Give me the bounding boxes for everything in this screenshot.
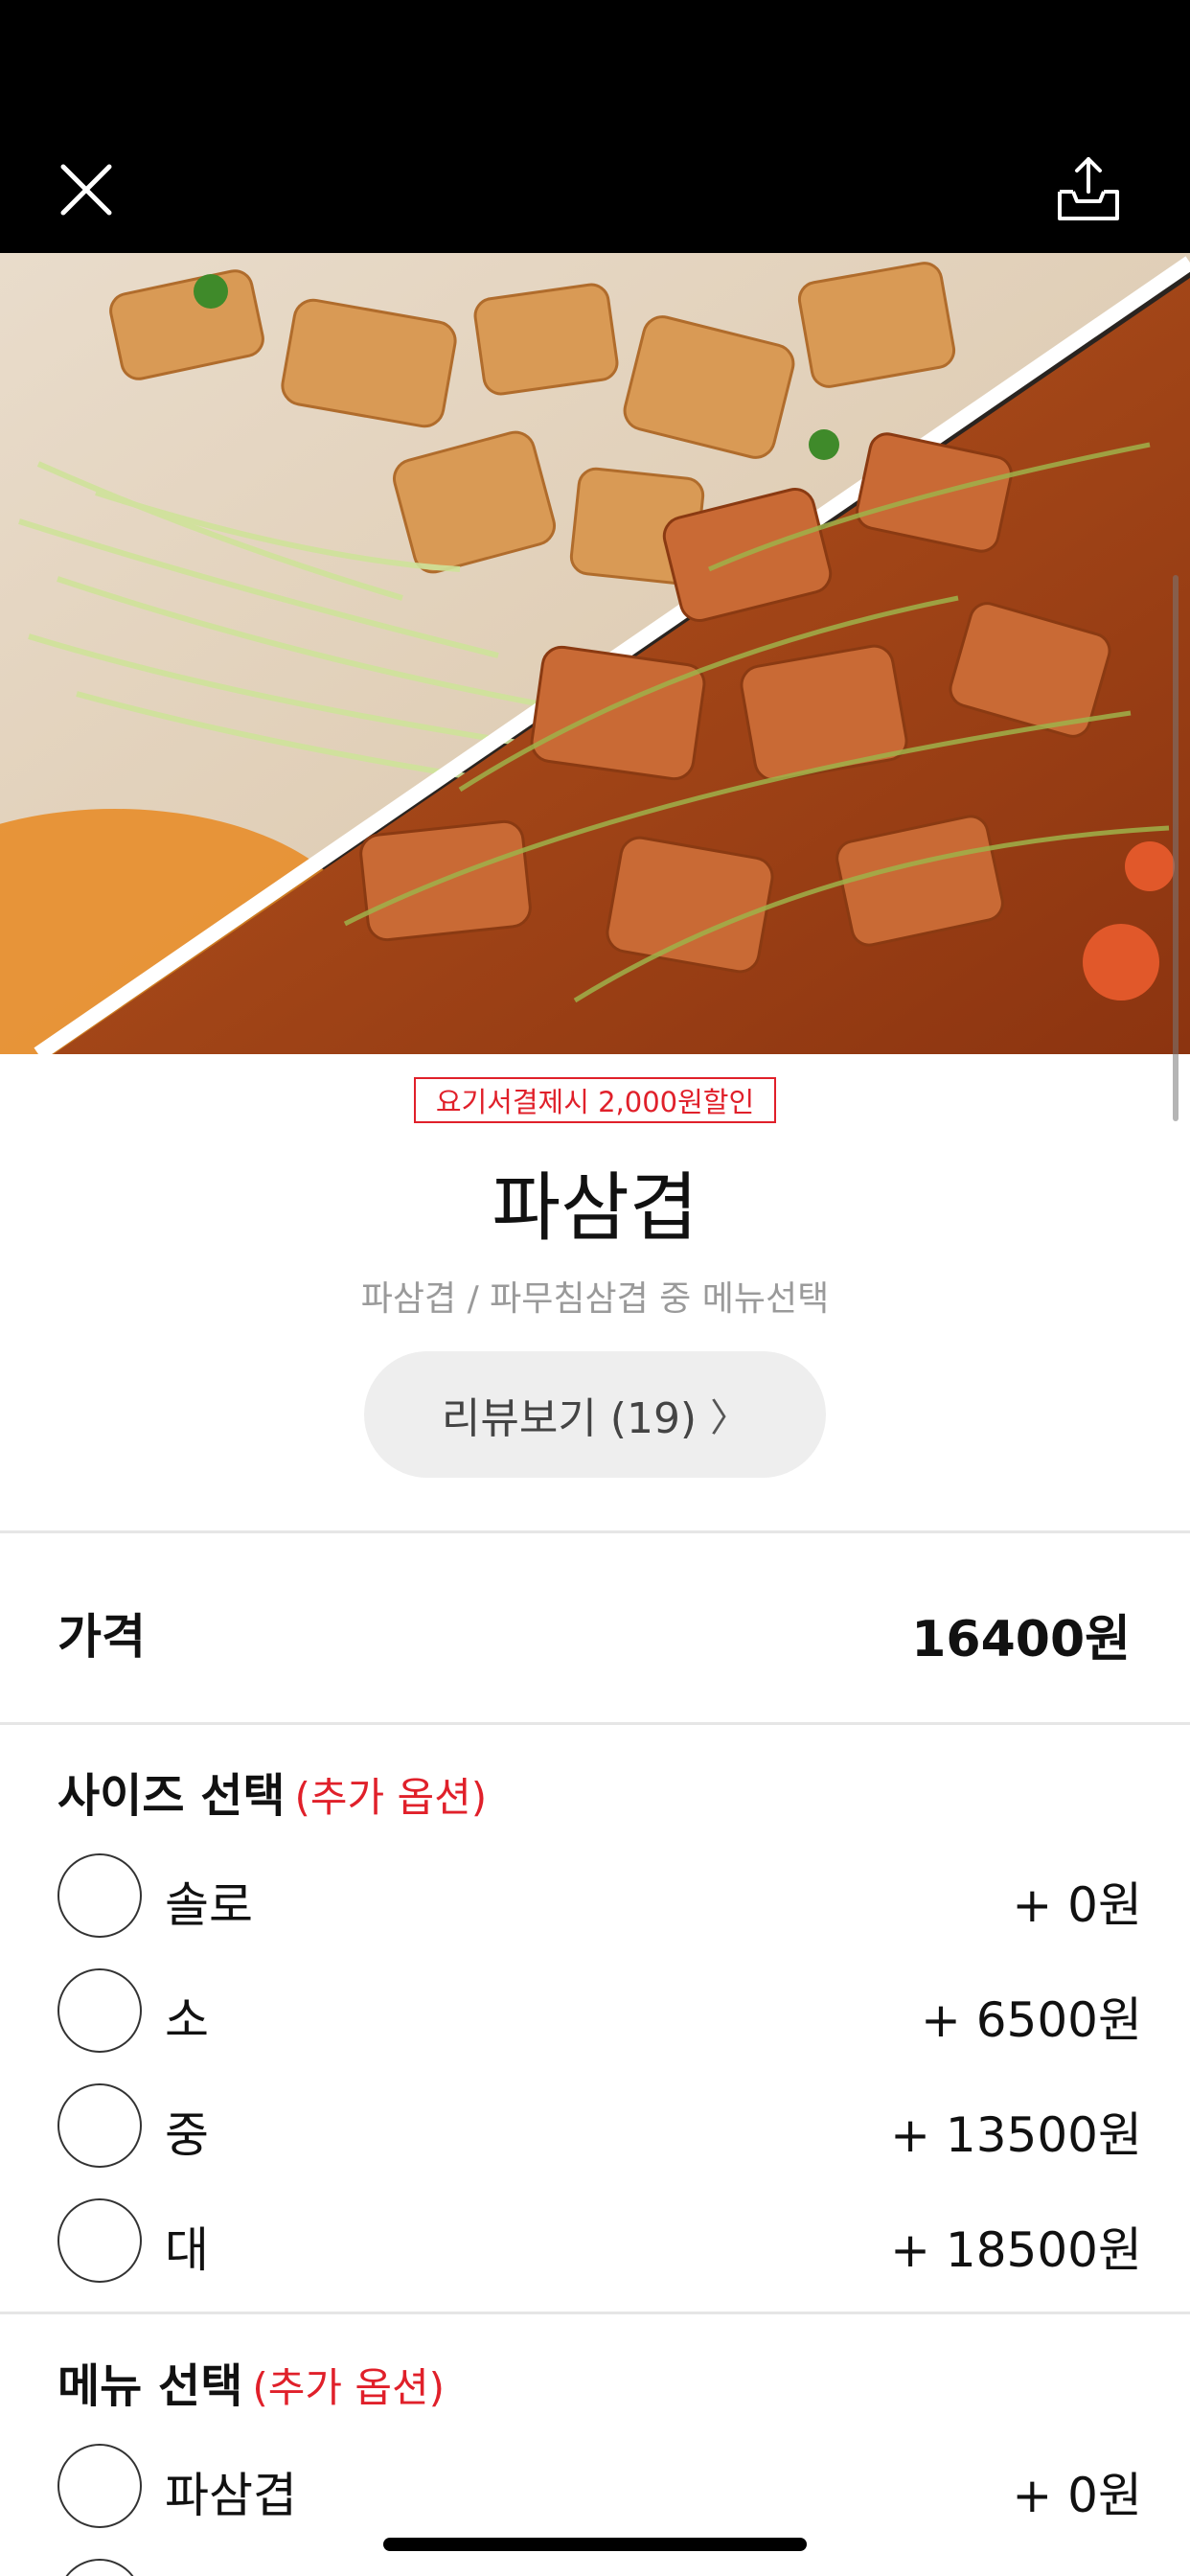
option-label: 소: [165, 1992, 209, 2048]
size-option-small[interactable]: 소 + 6500원: [0, 1957, 1190, 2062]
price-value: 16400원: [911, 1611, 1131, 1668]
share-button[interactable]: [1041, 142, 1136, 238]
menu-option-pasamgyeop[interactable]: 파삼겹 + 0원: [0, 2432, 1190, 2538]
radio-button[interactable]: [57, 2083, 142, 2168]
size-option-solo[interactable]: 솔로 + 0원: [0, 1842, 1190, 1947]
radio-button[interactable]: [57, 1853, 142, 1938]
top-bar: [0, 0, 1190, 253]
divider: [0, 1530, 1190, 1533]
food-photo-illustration: [0, 253, 1190, 1054]
radio-button[interactable]: [57, 2444, 142, 2528]
radio-button[interactable]: [57, 2198, 142, 2283]
radio-button[interactable]: [57, 2559, 142, 2576]
option-price: + 18500원: [890, 2222, 1142, 2278]
product-description: 파삼겹 / 파무침삼겹 중 메뉴선택: [360, 1279, 830, 1319]
divider: [0, 2312, 1190, 2314]
review-button[interactable]: 리뷰보기 (19) 〉: [364, 1351, 826, 1478]
size-section-title-text: 사이즈 선택: [57, 1769, 286, 1823]
option-price: + 0원: [1012, 2468, 1142, 2523]
close-icon: [60, 164, 112, 216]
option-label: 파삼겹: [165, 2468, 297, 2523]
option-label: 대: [165, 2222, 209, 2278]
option-price: + 6500원: [920, 1992, 1142, 2048]
scrollbar[interactable]: [1173, 575, 1179, 1121]
home-indicator: [383, 2538, 807, 2551]
share-icon: [1058, 157, 1119, 220]
chevron-right-icon: 〉: [710, 1396, 749, 1440]
menu-section-extra: (추가 옵션): [252, 2364, 446, 2411]
divider: [0, 1722, 1190, 1725]
option-label: 중: [165, 2107, 209, 2163]
option-price: + 0원: [1012, 1877, 1142, 1933]
food-photo: [0, 253, 1190, 1054]
menu-section-title: 메뉴 선택 (추가 옵션): [57, 2348, 445, 2415]
size-section-extra: (추가 옵션): [294, 1774, 488, 1821]
option-label: 솔로: [165, 1877, 253, 1933]
discount-badge: 요기서결제시 2,000원할인: [414, 1077, 776, 1123]
size-option-medium[interactable]: 중 + 13500원: [0, 2072, 1190, 2177]
menu-section-title-text: 메뉴 선택: [57, 2359, 243, 2413]
product-title: 파삼겹: [492, 1165, 698, 1252]
close-button[interactable]: [38, 142, 134, 238]
option-price: + 13500원: [890, 2107, 1142, 2163]
review-button-label: 리뷰보기 (19): [441, 1394, 698, 1443]
radio-button[interactable]: [57, 1968, 142, 2053]
menu-option-next[interactable]: [0, 2547, 1190, 2576]
size-section-title: 사이즈 선택 (추가 옵션): [57, 1758, 487, 1825]
price-label: 가격: [57, 1609, 146, 1665]
size-option-large[interactable]: 대 + 18500원: [0, 2187, 1190, 2292]
